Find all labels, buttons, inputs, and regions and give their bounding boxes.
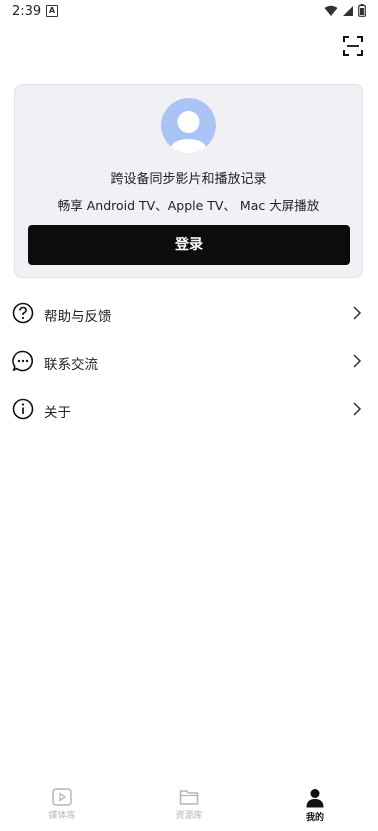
tv-description: 畅享 Android TV、Apple TV、 Mac 大屏播放 xyxy=(57,198,320,213)
avatar[interactable] xyxy=(161,98,216,153)
menu-label: 联系交流 xyxy=(44,357,98,373)
battery-icon xyxy=(358,4,366,17)
status-bar: 2:39 A xyxy=(0,0,378,24)
play-square-icon xyxy=(52,788,72,806)
chevron-right-icon xyxy=(353,402,362,416)
chevron-right-icon xyxy=(353,354,362,368)
tab-media-library[interactable]: 媒体库 xyxy=(22,788,102,821)
menu-label: 帮助与反馈 xyxy=(44,309,112,325)
login-button[interactable]: 登录 xyxy=(28,225,350,265)
status-icons xyxy=(324,4,366,17)
bottom-tab-bar: 媒体库 资源库 我的 xyxy=(0,780,378,831)
tab-label: 资源库 xyxy=(175,811,203,821)
menu-item-help-feedback[interactable]: 帮助与反馈 xyxy=(12,302,366,326)
menu-item-about[interactable]: 关于 xyxy=(12,398,366,422)
chevron-right-icon xyxy=(353,306,362,320)
info-circle-icon xyxy=(12,398,34,420)
menu-label: 关于 xyxy=(44,405,71,421)
folder-icon xyxy=(179,790,199,805)
menu-item-contact[interactable]: 联系交流 xyxy=(12,350,366,374)
notification-icon: A xyxy=(46,5,58,17)
tab-label: 媒体库 xyxy=(48,811,76,821)
question-circle-icon xyxy=(12,302,34,324)
tab-mine[interactable]: 我的 xyxy=(275,788,355,823)
wifi-icon xyxy=(324,5,338,16)
scan-icon[interactable] xyxy=(343,36,363,56)
sync-description: 跨设备同步影片和播放记录 xyxy=(110,172,267,187)
person-icon xyxy=(306,789,324,808)
tab-label: 我的 xyxy=(305,813,324,823)
cell-signal-icon xyxy=(343,5,353,16)
tab-resource-library[interactable]: 资源库 xyxy=(149,788,229,821)
chat-bubble-icon xyxy=(12,350,33,372)
account-card: 跨设备同步影片和播放记录 畅享 Android TV、Apple TV、 Mac… xyxy=(14,84,363,278)
status-time: 2:39 xyxy=(12,4,42,19)
